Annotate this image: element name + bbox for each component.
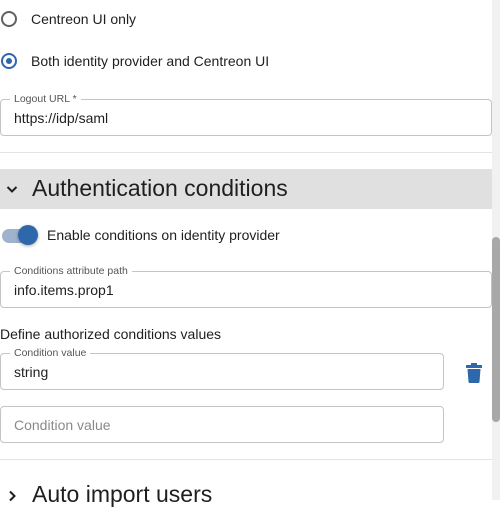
- logout-url-field[interactable]: Logout URL * https://idp/saml: [0, 92, 492, 136]
- divider: [0, 459, 492, 460]
- conditions-attribute-path-input[interactable]: info.items.prop1: [14, 272, 114, 307]
- radio-centreon-ui-only-label: Centreon UI only: [31, 11, 137, 27]
- conditions-attribute-path-field[interactable]: Conditions attribute path info.items.pro…: [0, 264, 492, 308]
- radio-both-idp-and-centreon-ui-label: Both identity provider and Centreon UI: [31, 53, 270, 69]
- toggle-thumb: [18, 225, 38, 245]
- logout-url-input[interactable]: https://idp/saml: [14, 100, 108, 135]
- define-conditions-label: Define authorized conditions values: [0, 326, 222, 342]
- auth-conditions-title: Authentication conditions: [32, 175, 288, 201]
- chevron-right-icon: [9, 490, 16, 502]
- trash-icon[interactable]: [464, 362, 484, 384]
- auto-import-title: Auto import users: [32, 481, 213, 507]
- divider: [0, 152, 492, 153]
- condition-value-field[interactable]: Condition value string: [0, 346, 444, 390]
- auth-conditions-header[interactable]: Authentication conditions: [0, 169, 492, 209]
- enable-conditions-label: Enable conditions on identity provider: [47, 227, 280, 243]
- scrollbar-thumb[interactable]: [492, 237, 500, 422]
- new-condition-value-field[interactable]: Condition value: [0, 406, 444, 443]
- radio-centreon-ui-only[interactable]: [1, 11, 17, 27]
- new-condition-value-placeholder: Condition value: [14, 416, 111, 433]
- condition-value-input[interactable]: string: [14, 354, 48, 389]
- radio-both-idp-and-centreon-ui[interactable]: [1, 53, 17, 69]
- chevron-down-icon: [6, 186, 18, 193]
